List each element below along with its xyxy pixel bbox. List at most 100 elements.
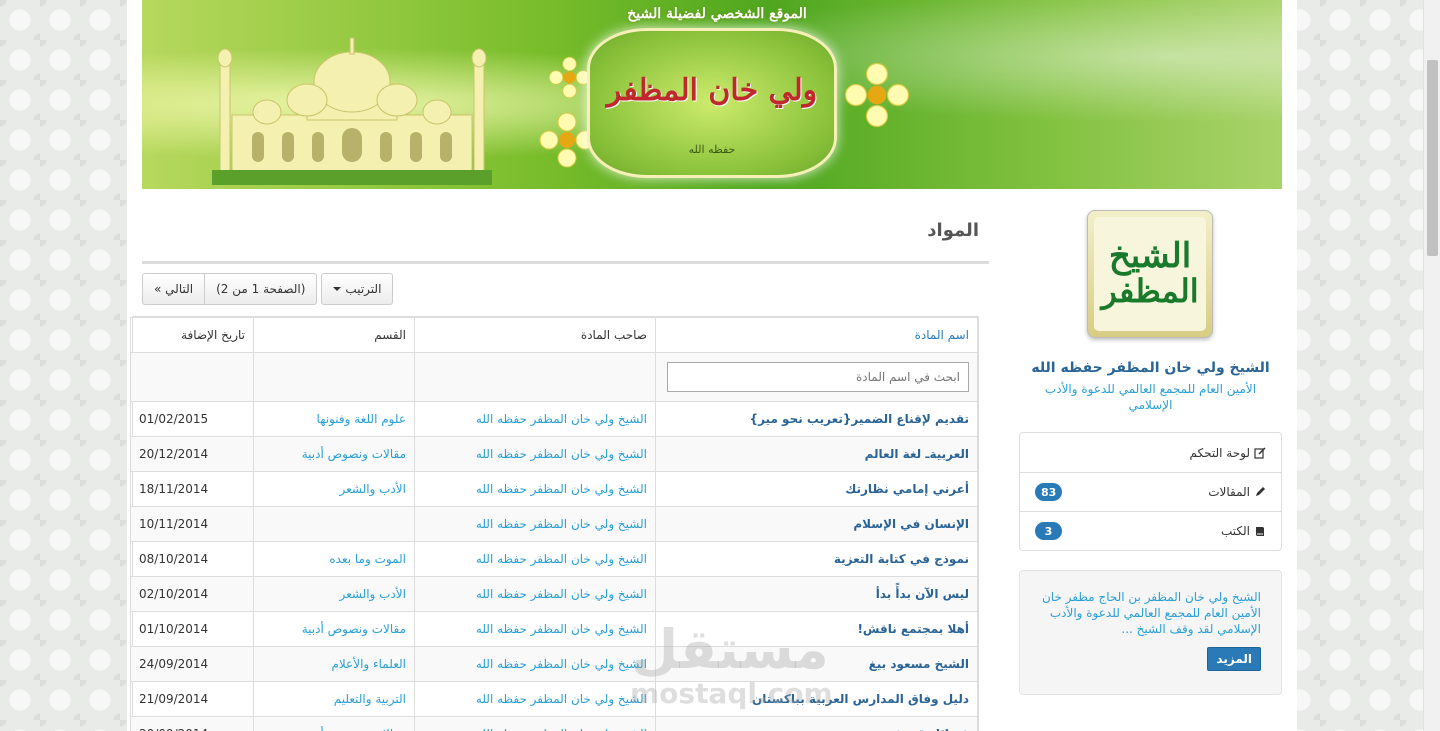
books-count-badge: 3 [1035, 522, 1062, 540]
about-text: الشيخ ولي خان المظفر بن الحاج مظفر خان ا… [1041, 590, 1261, 636]
page-scrollbar[interactable] [1423, 0, 1440, 731]
sidebar-item-dashboard[interactable]: لوحة التحكم [1020, 433, 1281, 472]
banner-tagline: الموقع الشخصي لفضيلة الشيخ [627, 6, 807, 22]
material-section-link[interactable]: الأدب والشعر [253, 471, 415, 507]
sidebar-item-label: المقالات [1208, 485, 1250, 499]
pencil-icon [1256, 487, 1265, 496]
caret-down-icon [333, 287, 342, 291]
column-header-author[interactable]: صاحب المادة [414, 317, 656, 353]
sort-label: الترتيب [345, 282, 382, 296]
material-author-link[interactable]: الشيخ ولي خان المظفر حفظه الله [414, 506, 656, 542]
column-header-name[interactable]: اسم المادة [655, 317, 978, 353]
book-icon [1256, 527, 1264, 536]
sidebar-item-articles[interactable]: المقالات 83 [1020, 472, 1281, 511]
material-author-link[interactable]: الشيخ ولي خان المظفر حفظه الله [414, 541, 656, 577]
pagination-group: التالي » (الصفحة 1 من 2) [142, 273, 318, 306]
watermark: مستقل mostaql.com [630, 618, 833, 720]
scrollbar-thumb[interactable] [1427, 60, 1438, 256]
material-author-link[interactable]: الشيخ ولي خان المظفر حفظه الله [414, 436, 656, 472]
filter-cell [414, 352, 656, 402]
filter-cell [655, 352, 978, 402]
sidebar-menu: لوحة التحكم المقالات 83 الكتب 3 [1019, 432, 1282, 551]
site-logo[interactable]: الشيخ المظفر [1087, 210, 1213, 338]
material-section-link[interactable]: مقالات ونصوص أدبية [253, 611, 415, 647]
material-section-link[interactable]: مقالات ونصوص أدبية [253, 436, 415, 472]
menu-item-content: لوحة التحكم [1190, 446, 1267, 460]
material-name-link[interactable]: ليس الآن بدأً بدأ [655, 576, 978, 612]
material-date: 21/09/2014 [130, 681, 254, 717]
watermark-latin: mostaql.com [630, 677, 833, 710]
material-date: 08/10/2014 [130, 541, 254, 577]
material-date: 18/11/2014 [130, 471, 254, 507]
material-author-link[interactable]: الشيخ ولي خان المظفر حفظه الله [414, 681, 656, 717]
table-row: أعرني إمامي نظارتك الشيخ ولي خان المظفر … [130, 471, 978, 507]
table-row: تقديم لإقناع الضمير{تعريب نحو مير} الشيخ… [130, 401, 978, 437]
profile-name[interactable]: الشيخ ولي خان المظفر حفظه الله [1019, 360, 1282, 376]
site-banner[interactable]: ولي خان المظفر حفظه الله الموقع الشخصي ل… [142, 0, 1282, 189]
column-header-date[interactable]: تاريخ الإضافة [130, 317, 254, 353]
material-date: 02/10/2014 [130, 576, 254, 612]
material-date: 10/11/2014 [130, 506, 254, 542]
logo-inner: الشيخ المظفر [1094, 217, 1206, 331]
material-name-link[interactable]: العربيةـ لغة العالم [655, 436, 978, 472]
column-header-section[interactable]: القسم [253, 317, 415, 353]
banner-subtitle: حفظه الله [688, 143, 736, 156]
edit-icon [1254, 446, 1266, 459]
material-author-link[interactable]: الشيخ ولي خان المظفر حفظه الله [414, 401, 656, 437]
watermark-arabic: مستقل [631, 618, 829, 681]
material-author-link[interactable]: الشيخ ولي خان المظفر حفظه الله [414, 471, 656, 507]
material-date: 01/10/2014 [130, 611, 254, 647]
about-panel: الشيخ ولي خان المظفر بن الحاج مظفر خان ا… [1019, 570, 1282, 695]
table-row: الشيخ مسعود بيغ الشيخ ولي خان المظفر حفظ… [130, 646, 978, 682]
toolbar: التالي » (الصفحة 1 من 2) الترتيب [142, 273, 394, 306]
articles-count-badge: 83 [1035, 483, 1063, 501]
sidebar-item-label: الكتب [1220, 524, 1250, 538]
material-author-link[interactable]: الشيخ ولي خان المظفر حفظه الله [414, 576, 656, 612]
flower-decoration [844, 62, 910, 128]
table-row: دليل وفاق المدارس العربية بباكستان الشيخ… [130, 681, 978, 717]
search-input[interactable] [667, 362, 969, 392]
material-name-link[interactable]: أعرني إمامي نظارتك [655, 471, 978, 507]
table-header-row: اسم المادة صاحب المادة القسم تاريخ الإضا… [130, 317, 978, 353]
table-row: الإنسان في الإسلام الشيخ ولي خان المظفر … [130, 506, 978, 542]
table-row: العربيةـ لغة العالم الشيخ ولي خان المظفر… [130, 436, 978, 472]
material-author-link[interactable]: الشيخ ولي خان المظفر حفظه الله [414, 611, 656, 647]
table-row: أهلا بمجتمع ناقش! الشيخ ولي خان المظفر ح… [130, 611, 978, 647]
material-date: 20/09/2014 [130, 716, 254, 731]
logo-text-line1: الشيخ [1108, 236, 1192, 277]
sidebar-item-label: لوحة التحكم [1189, 445, 1251, 460]
filter-cell [253, 352, 415, 402]
sort-dropdown[interactable]: الترتيب [321, 273, 394, 305]
material-section-link[interactable]: العلماء والأعلام [253, 646, 415, 682]
material-author-link[interactable]: الشيخ ولي خان المظفر حفظه الله [414, 646, 656, 682]
material-section-link[interactable]: علوم اللغة وفنونها [253, 401, 415, 437]
material-date: 20/12/2014 [130, 436, 254, 472]
mosque-illustration [212, 37, 492, 185]
materials-table: اسم المادة صاحب المادة القسم تاريخ الإضا… [130, 316, 979, 731]
menu-item-content: المقالات [1208, 485, 1266, 499]
material-section-link[interactable]: مقالات ونصوص أدبية [253, 716, 415, 731]
table-row: نموذج في كتابة التعزية الشيخ ولي خان الم… [130, 541, 978, 577]
page-title: المواد [927, 220, 979, 241]
banner-name: ولي خان المظفر [606, 73, 818, 108]
banner-plaque: ولي خان المظفر حفظه الله [587, 28, 837, 178]
menu-item-content: الكتب [1221, 524, 1266, 538]
table-row: فضائل قريش الشيخ ولي خان المظفر حفظه الل… [130, 716, 978, 731]
material-author-link[interactable]: الشيخ ولي خان المظفر حفظه الله [414, 716, 656, 731]
logo-text-line2: المظفر [1101, 272, 1199, 311]
page-header: المواد [142, 210, 989, 264]
material-section-link[interactable]: الأدب والشعر [253, 576, 415, 612]
material-date: 01/02/2015 [130, 401, 254, 437]
material-section-link[interactable] [253, 506, 415, 542]
more-button[interactable]: المزيد [1207, 647, 1261, 671]
page-info-button[interactable]: (الصفحة 1 من 2) [205, 273, 318, 305]
material-name-link[interactable]: تقديم لإقناع الضمير{تعريب نحو مير} [655, 401, 978, 437]
table-row: ليس الآن بدأً بدأ الشيخ ولي خان المظفر ح… [130, 576, 978, 612]
material-section-link[interactable]: الموت وما بعده [253, 541, 415, 577]
sidebar-item-books[interactable]: الكتب 3 [1020, 511, 1281, 550]
next-page-button[interactable]: التالي » [142, 273, 206, 305]
material-name-link[interactable]: الإنسان في الإسلام [655, 506, 978, 542]
filter-cell [130, 352, 254, 402]
material-name-link[interactable]: نموذج في كتابة التعزية [655, 541, 978, 577]
material-section-link[interactable]: التربية والتعليم [253, 681, 415, 717]
